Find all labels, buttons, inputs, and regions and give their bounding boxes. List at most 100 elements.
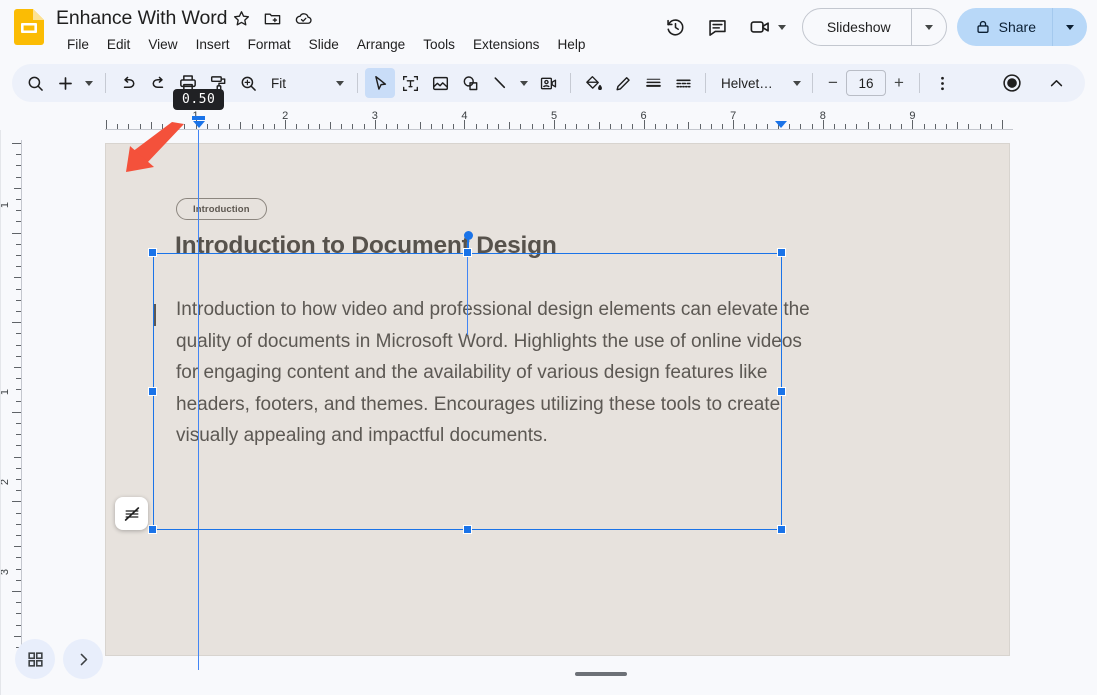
document-title[interactable]: Enhance With Word: [56, 5, 227, 31]
text-box-button[interactable]: [395, 68, 425, 98]
ruler-tick: [845, 124, 846, 129]
insert-line-button[interactable]: [485, 68, 515, 98]
ruler-tick: [856, 124, 857, 129]
new-slide-button[interactable]: [50, 68, 80, 98]
vruler-tick: [16, 333, 21, 334]
menu-edit[interactable]: Edit: [98, 33, 139, 57]
redo-button[interactable]: [143, 68, 173, 98]
vruler-tick: [16, 165, 21, 166]
share-dropdown-button[interactable]: [1053, 8, 1087, 46]
undo-button[interactable]: [113, 68, 143, 98]
ruler-tick: [162, 124, 163, 129]
resize-handle-middle-right[interactable]: [776, 386, 786, 396]
menu-extensions[interactable]: Extensions: [464, 33, 549, 57]
menu-slide[interactable]: Slide: [300, 33, 348, 57]
horizontal-ruler[interactable]: [0, 108, 1097, 130]
vruler-tick: [16, 613, 21, 614]
menu-format[interactable]: Format: [239, 33, 300, 57]
border-dash-button[interactable]: [668, 68, 698, 98]
fill-color-button[interactable]: [578, 68, 608, 98]
vruler-tick: [16, 602, 21, 603]
right-indent-marker[interactable]: [775, 121, 787, 128]
border-weight-button[interactable]: [638, 68, 668, 98]
ruler-tick: [722, 124, 723, 129]
version-history-icon: [667, 18, 684, 35]
zoom-level-value: Fit: [271, 75, 286, 91]
font-family-select[interactable]: Helvet…: [713, 73, 805, 94]
insert-video-button[interactable]: [533, 68, 563, 98]
slide-canvas[interactable]: Introduction Introduction to Document De…: [22, 130, 1097, 670]
star-icon[interactable]: [232, 9, 251, 28]
slideshow-button[interactable]: Slideshow: [803, 9, 912, 45]
vruler-number: 2: [0, 478, 12, 486]
move-to-folder-icon[interactable]: [263, 9, 282, 28]
vruler-tick: [16, 177, 21, 178]
lock-icon: [977, 20, 989, 33]
vertical-ruler[interactable]: [0, 130, 22, 670]
ruler-number: 6: [640, 110, 647, 122]
resize-handle-top-center[interactable]: [462, 247, 472, 257]
expand-panel-button[interactable]: [63, 639, 103, 679]
search-button[interactable]: [20, 68, 50, 98]
resize-handle-top-left[interactable]: [147, 247, 157, 257]
horizontal-scrollbar-thumb[interactable]: [575, 672, 627, 676]
resize-handle-bottom-left[interactable]: [147, 524, 157, 534]
ruler-tick: [834, 124, 835, 129]
left-indent-marker[interactable]: [193, 121, 205, 128]
comment-button[interactable]: [699, 8, 737, 46]
ruler-tick: [184, 124, 185, 129]
menu-insert[interactable]: Insert: [187, 33, 239, 57]
snap-guides-toggle-button[interactable]: [115, 497, 148, 530]
decrease-font-size-button[interactable]: −: [820, 70, 846, 96]
resize-handle-bottom-right[interactable]: [776, 524, 786, 534]
border-color-button[interactable]: [608, 68, 638, 98]
more-options-button[interactable]: [927, 68, 957, 98]
line-dropdown[interactable]: [515, 68, 533, 98]
share-button[interactable]: Share: [957, 8, 1053, 46]
section-tag-pill[interactable]: Introduction: [176, 198, 267, 220]
menu-arrange[interactable]: Arrange: [348, 33, 414, 57]
insert-image-button[interactable]: [425, 68, 455, 98]
first-line-indent-marker[interactable]: [192, 116, 205, 120]
ruler-tick: [498, 124, 499, 129]
meet-button[interactable]: [741, 10, 792, 44]
menu-tools[interactable]: Tools: [414, 33, 464, 57]
collapse-toolbar-button[interactable]: [1041, 68, 1071, 98]
insert-shape-button[interactable]: [455, 68, 485, 98]
video-camera-icon: [750, 21, 769, 33]
grid-view-button[interactable]: [15, 639, 55, 679]
version-history-button[interactable]: [657, 8, 695, 46]
menu-help[interactable]: Help: [548, 33, 594, 57]
slide-body-text[interactable]: Introduction to how video and profession…: [176, 294, 810, 452]
slideshow-dropdown-button[interactable]: [912, 9, 946, 45]
menu-view[interactable]: View: [139, 33, 186, 57]
slide-title[interactable]: Introduction to Document Design: [175, 232, 557, 260]
resize-handle-top-right[interactable]: [776, 247, 786, 257]
record-button[interactable]: [997, 68, 1027, 98]
resize-handle-middle-left[interactable]: [147, 386, 157, 396]
ruler-tick: [308, 124, 309, 129]
zoom-level-select[interactable]: Fit: [265, 76, 344, 91]
snap-guides-off-icon: [124, 506, 139, 521]
vruler-tick: [16, 311, 21, 312]
vruler-tick: [16, 479, 21, 480]
meet-dropdown-caret[interactable]: [777, 24, 786, 30]
ruler-tick: [879, 124, 880, 129]
cloud-saved-icon[interactable]: [294, 9, 313, 28]
vruler-tick: [14, 457, 21, 458]
ruler-tick: [173, 124, 174, 129]
ruler-tick: [319, 124, 320, 129]
vruler-tick: [16, 356, 21, 357]
increase-font-size-button[interactable]: +: [886, 70, 912, 96]
font-size-input[interactable]: 16: [846, 70, 886, 96]
rotation-handle[interactable]: [463, 230, 473, 240]
ruler-tick: [128, 124, 129, 129]
slide-surface[interactable]: Introduction Introduction to Document De…: [105, 143, 1010, 656]
vruler-tick: [16, 389, 21, 390]
zoom-button[interactable]: [233, 68, 263, 98]
new-slide-dropdown[interactable]: [80, 68, 98, 98]
resize-handle-bottom-center[interactable]: [462, 524, 472, 534]
select-tool-button[interactable]: [365, 68, 395, 98]
menu-file[interactable]: File: [58, 33, 98, 57]
ruler-tick: [408, 124, 409, 129]
